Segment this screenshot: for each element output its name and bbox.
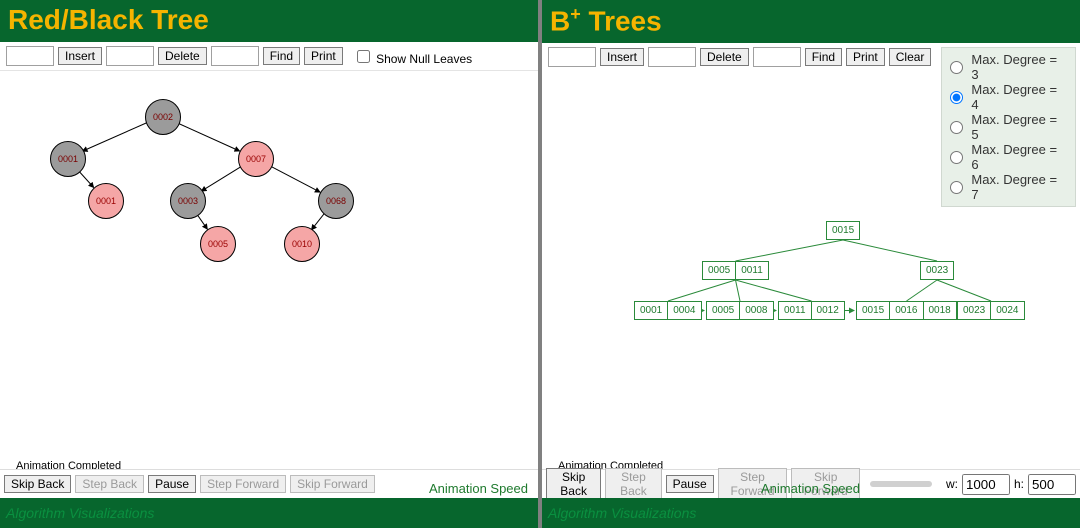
rb-node-0007: 0007 xyxy=(238,141,274,177)
bp-internal-0: 00050011 xyxy=(702,261,769,280)
rb-show-null-checkbox[interactable] xyxy=(357,50,370,63)
rb-insert-button[interactable]: Insert xyxy=(58,47,102,65)
rb-title: Red/Black Tree xyxy=(0,0,538,42)
bp-leaf-3: 001500160018 xyxy=(856,301,957,320)
bp-height-input[interactable] xyxy=(1028,474,1076,495)
rb-show-null-label[interactable]: Show Null Leaves xyxy=(353,47,472,66)
bp-find-input[interactable] xyxy=(753,47,801,67)
bp-panel: B+ Trees Insert Delete Find Print Clear … xyxy=(542,0,1080,528)
rb-speed-label: Animation Speed xyxy=(429,481,528,496)
rb-step-back-button[interactable]: Step Back xyxy=(75,475,144,493)
rb-pause-button[interactable]: Pause xyxy=(148,475,196,493)
bp-internal-1: 0023 xyxy=(920,261,954,280)
bp-find-button[interactable]: Find xyxy=(805,48,842,66)
rb-node-0002: 0002 xyxy=(145,99,181,135)
rb-node-0005: 0005 xyxy=(200,226,236,262)
degree-option-3[interactable]: Max. Degree = 3 xyxy=(950,52,1067,82)
rb-find-input[interactable] xyxy=(211,46,259,66)
bp-footer: Algorithm Visualizations xyxy=(542,498,1080,528)
rb-footer: Algorithm Visualizations xyxy=(0,498,538,528)
bp-title: B+ Trees xyxy=(542,0,1080,43)
rb-skip-fwd-button[interactable]: Skip Forward xyxy=(290,475,375,493)
degree-radio-3[interactable] xyxy=(950,61,963,74)
bp-insert-button[interactable]: Insert xyxy=(600,48,644,66)
bp-delete-button[interactable]: Delete xyxy=(700,48,749,66)
bp-root: 0015 xyxy=(826,221,860,240)
bp-leaf-0: 00010004 xyxy=(634,301,702,320)
degree-option-5[interactable]: Max. Degree = 5 xyxy=(950,112,1067,142)
bp-step-back-button[interactable]: Step Back xyxy=(605,468,661,500)
bp-degree-options: Max. Degree = 3Max. Degree = 4Max. Degre… xyxy=(941,47,1076,207)
bp-leaf-1: 00050008 xyxy=(706,301,774,320)
bp-delete-input[interactable] xyxy=(648,47,696,67)
bp-leaf-2: 00110012 xyxy=(778,301,845,320)
rb-node-0001: 0001 xyxy=(50,141,86,177)
rb-insert-input[interactable] xyxy=(6,46,54,66)
bp-leaf-4: 00230024 xyxy=(957,301,1025,320)
rb-delete-input[interactable] xyxy=(106,46,154,66)
degree-radio-5[interactable] xyxy=(950,121,963,134)
bp-h-label: h: xyxy=(1014,477,1024,491)
degree-radio-6[interactable] xyxy=(950,151,963,164)
rb-node-0001: 0001 xyxy=(88,183,124,219)
bp-w-label: w: xyxy=(946,477,958,491)
rb-step-fwd-button[interactable]: Step Forward xyxy=(200,475,286,493)
bp-control-bar: Insert Delete Find Print Clear xyxy=(542,43,937,71)
rb-delete-button[interactable]: Delete xyxy=(158,47,207,65)
rb-skip-back-button[interactable]: Skip Back xyxy=(4,475,71,493)
bp-clear-button[interactable]: Clear xyxy=(889,48,932,66)
degree-radio-4[interactable] xyxy=(950,91,963,104)
bp-insert-input[interactable] xyxy=(548,47,596,67)
degree-radio-7[interactable] xyxy=(950,181,963,194)
degree-option-7[interactable]: Max. Degree = 7 xyxy=(950,172,1067,202)
bp-speed-label: Animation Speed xyxy=(761,481,860,496)
rb-find-button[interactable]: Find xyxy=(263,47,300,65)
bp-print-button[interactable]: Print xyxy=(846,48,885,66)
bp-skip-back-button[interactable]: Skip Back xyxy=(546,468,601,500)
degree-option-4[interactable]: Max. Degree = 4 xyxy=(950,82,1067,112)
degree-option-6[interactable]: Max. Degree = 6 xyxy=(950,142,1067,172)
rb-node-0068: 0068 xyxy=(318,183,354,219)
rb-node-0003: 0003 xyxy=(170,183,206,219)
rb-print-button[interactable]: Print xyxy=(304,47,343,65)
rb-node-0010: 0010 xyxy=(284,226,320,262)
bp-speed-slider[interactable] xyxy=(870,481,932,487)
bp-pause-button[interactable]: Pause xyxy=(666,475,714,493)
rb-panel: Red/Black Tree Insert Delete Find Print … xyxy=(0,0,542,528)
bp-width-input[interactable] xyxy=(962,474,1010,495)
rb-control-bar: Insert Delete Find Print Show Null Leave… xyxy=(0,42,538,71)
